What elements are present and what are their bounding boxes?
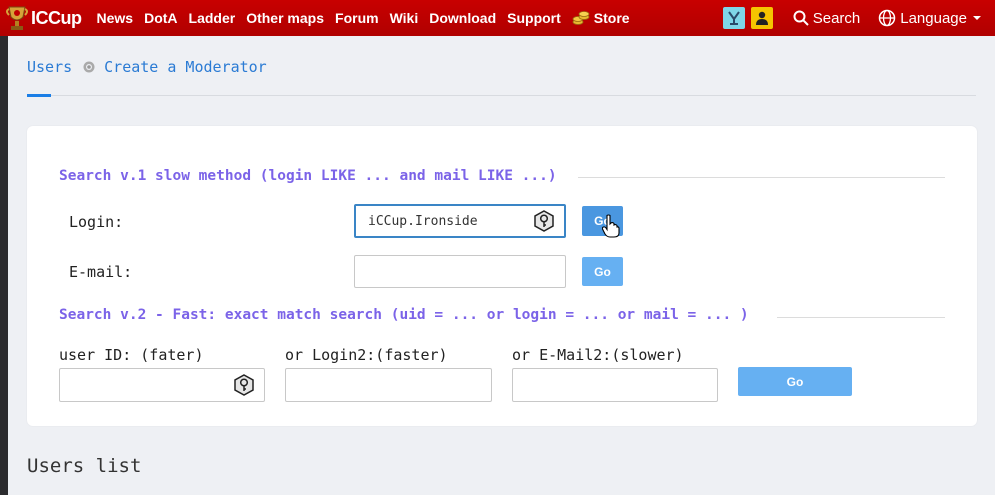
game-button[interactable]	[722, 7, 745, 29]
legend-divider	[578, 177, 945, 178]
trophy-logo-icon	[6, 6, 28, 30]
nav-store[interactable]: Store	[572, 10, 630, 26]
users-list-heading: Users list	[27, 455, 142, 477]
login-input[interactable]: iCCup.Ironside	[354, 204, 566, 238]
password-key-icon[interactable]	[533, 210, 555, 232]
gear-separator-icon	[82, 60, 96, 74]
nav-other-maps[interactable]: Other maps	[246, 10, 324, 26]
nav-dota[interactable]: DotA	[144, 10, 177, 26]
nav-forum[interactable]: Forum	[335, 10, 379, 26]
profile-button[interactable]	[750, 7, 773, 29]
email-label: E-mail:	[69, 263, 133, 281]
breadcrumb-underline	[27, 94, 51, 97]
breadcrumb-divider	[51, 95, 976, 96]
coins-icon	[572, 11, 590, 25]
email2-input[interactable]	[512, 368, 718, 402]
password-key-icon[interactable]	[233, 374, 255, 396]
breadcrumb-current: Create a Moderator	[104, 58, 267, 76]
breadcrumb: Users Create a Moderator	[27, 58, 267, 76]
breadcrumb-users[interactable]: Users	[27, 58, 72, 76]
email2-label: or E-Mail2:(slower)	[512, 346, 684, 364]
nav-support[interactable]: Support	[507, 10, 561, 26]
email-go-button[interactable]: Go	[582, 257, 623, 286]
left-strip	[0, 36, 8, 495]
search-label: Search	[812, 9, 861, 27]
globe-icon	[879, 9, 896, 27]
legend-divider-2	[777, 317, 945, 318]
search-v1-legend: Search v.1 slow method (login LIKE ... a…	[59, 168, 557, 184]
email-input[interactable]	[354, 255, 566, 288]
language-label: Language	[900, 9, 967, 27]
chevron-down-icon	[973, 16, 981, 20]
login2-input[interactable]	[285, 368, 492, 402]
user-icon	[755, 11, 768, 25]
search-icon	[793, 10, 809, 26]
exact-search-go-button[interactable]: Go	[738, 367, 852, 396]
language-selector[interactable]: Language	[878, 9, 986, 27]
game-icon	[727, 11, 740, 25]
nav-download[interactable]: Download	[429, 10, 496, 26]
login-input-value: iCCup.Ironside	[368, 213, 478, 229]
nav-store-label: Store	[593, 10, 630, 26]
uid-label: user ID: (fater)	[59, 346, 204, 364]
top-navigation: ICCup News DotA Ladder Other maps Forum …	[0, 0, 995, 36]
nav-ladder[interactable]: Ladder	[189, 10, 236, 26]
logo-text: ICCup	[31, 7, 82, 28]
search-card: Search v.1 slow method (login LIKE ... a…	[27, 126, 977, 426]
search-v2-legend: Search v.2 - Fast: exact match search (u…	[59, 307, 749, 323]
nav-wiki[interactable]: Wiki	[390, 10, 419, 26]
login-label: Login:	[69, 213, 124, 231]
search-link[interactable]: Search	[793, 9, 861, 27]
logo[interactable]: ICCup	[5, 3, 82, 33]
login2-label: or Login2:(faster)	[285, 346, 448, 364]
nav-news[interactable]: News	[97, 10, 134, 26]
uid-input[interactable]	[59, 368, 265, 402]
hand-cursor-icon	[602, 214, 620, 238]
